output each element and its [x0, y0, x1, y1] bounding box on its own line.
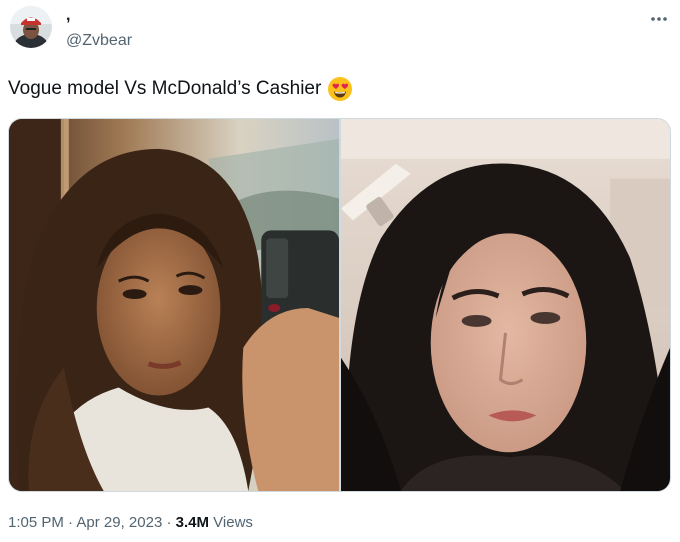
- media-gallery: [8, 118, 671, 492]
- ellipsis-icon: [651, 17, 667, 21]
- heart-eyes-emoji-icon: [328, 77, 353, 101]
- media-photo-right[interactable]: [341, 119, 670, 491]
- author-display-name[interactable]: ,: [66, 6, 70, 26]
- media-photo-left[interactable]: [9, 119, 339, 491]
- author-handle[interactable]: @Zvbear: [66, 31, 132, 51]
- meta-separator: ·: [68, 514, 74, 531]
- views-count: 3.4M: [175, 514, 209, 531]
- views-link[interactable]: 3.4M Views: [176, 514, 253, 531]
- more-options-button[interactable]: [644, 4, 674, 34]
- tweet-time[interactable]: 1:05 PM: [8, 514, 64, 531]
- tweet-date[interactable]: Apr 29, 2023: [76, 514, 162, 531]
- tweet-text-content: Vogue model Vs McDonald’s Cashier: [8, 78, 322, 99]
- views-label: Views: [213, 514, 253, 531]
- tweet-card: , @Zvbear Vogue model Vs McDonald’s Cash…: [0, 0, 680, 542]
- avatar-image: [10, 6, 52, 48]
- tweet-metadata: 1:05 PM · Apr 29, 2023 · 3.4M Views: [8, 513, 253, 533]
- photo-selfie-woman: [9, 119, 339, 491]
- author-avatar[interactable]: [10, 6, 52, 48]
- meta-separator: ·: [166, 514, 172, 531]
- tweet-text: Vogue model Vs McDonald’s Cashier: [8, 76, 353, 102]
- photo-woman-webcam: [341, 119, 670, 491]
